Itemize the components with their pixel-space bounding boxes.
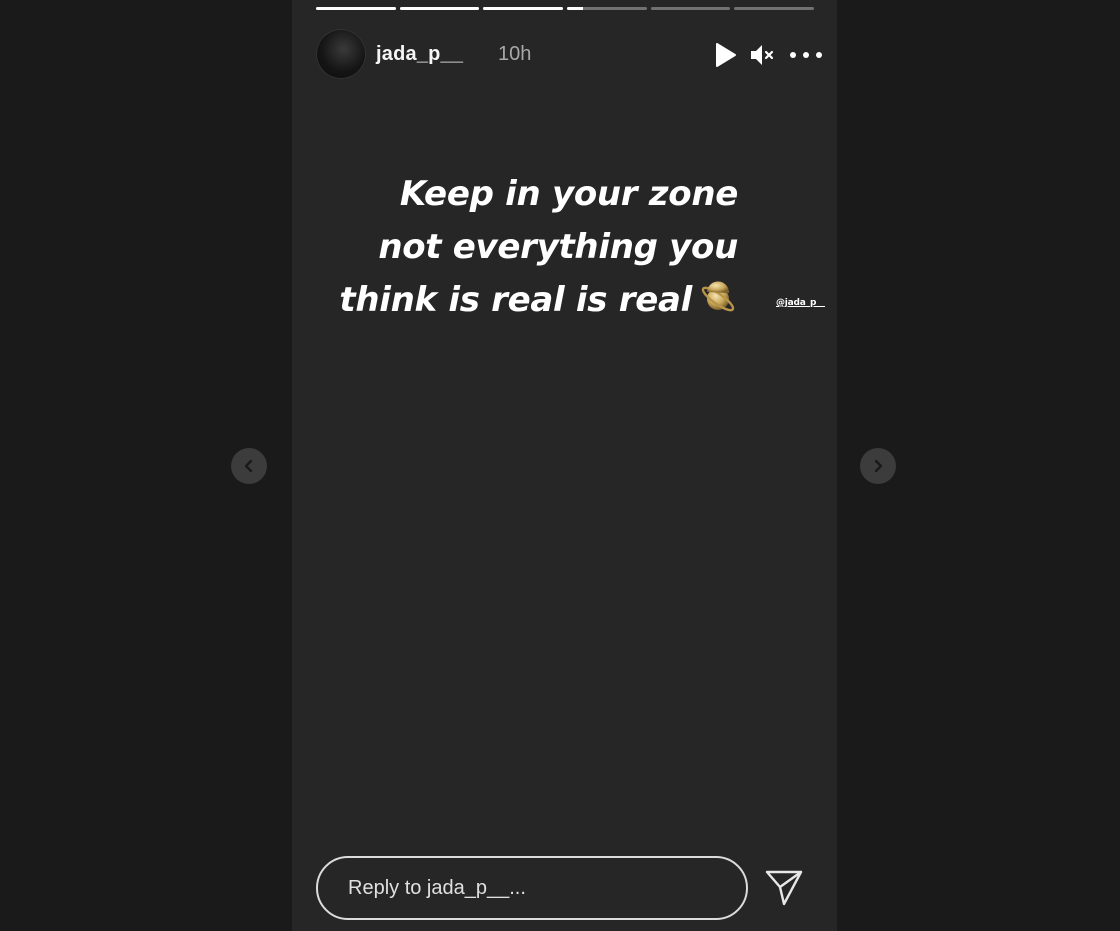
- story-frame[interactable]: jada_p__ 10h Keep in your zone not every…: [292, 0, 837, 931]
- more-options-button[interactable]: [788, 41, 824, 69]
- caption-line: not everything you: [378, 227, 738, 267]
- mute-button[interactable]: [748, 41, 776, 69]
- chevron-right-icon: [874, 459, 883, 473]
- reply-placeholder: Reply to jada_p__...: [348, 876, 526, 899]
- story-viewer: jada_p__ 10h Keep in your zone not every…: [0, 0, 1120, 931]
- progress-segment-fill: [316, 7, 396, 10]
- timestamp: 10h: [498, 43, 532, 65]
- avatar[interactable]: [316, 29, 366, 79]
- play-button[interactable]: [712, 41, 740, 69]
- progress-segment-fill: [483, 7, 564, 10]
- send-icon: [765, 870, 803, 906]
- reply-input[interactable]: Reply to jada_p__...: [316, 856, 748, 920]
- story-caption: Keep in your zone not everything you thi…: [292, 168, 738, 327]
- next-story-button[interactable]: [860, 448, 896, 484]
- progress-segment-fill: [567, 7, 583, 10]
- caption-line-with-emoji: think is real is real: [292, 274, 738, 327]
- send-button[interactable]: [762, 866, 806, 910]
- ringed-planet-emoji: [701, 280, 735, 311]
- play-icon: [716, 43, 736, 67]
- chevron-left-icon: [244, 459, 253, 473]
- progress-segment: [650, 7, 731, 10]
- progress-segment: [399, 7, 480, 10]
- caption-line: think is real is real: [339, 280, 692, 320]
- story-header: jada_p__ 10h: [316, 29, 822, 79]
- progress-segment: [316, 7, 396, 10]
- progress-segment: [567, 7, 647, 10]
- mention-sticker[interactable]: @jada_p__: [776, 298, 825, 308]
- progress-segment: [483, 7, 564, 10]
- username[interactable]: jada_p__: [376, 43, 463, 66]
- progress-segment: [734, 7, 815, 10]
- caption-line: Keep in your zone: [399, 174, 738, 214]
- progress-segment-fill: [399, 7, 480, 10]
- more-options-icon: [790, 52, 822, 58]
- previous-story-button[interactable]: [231, 448, 267, 484]
- muted-speaker-icon: [751, 45, 774, 65]
- story-progress-bar: [316, 7, 815, 10]
